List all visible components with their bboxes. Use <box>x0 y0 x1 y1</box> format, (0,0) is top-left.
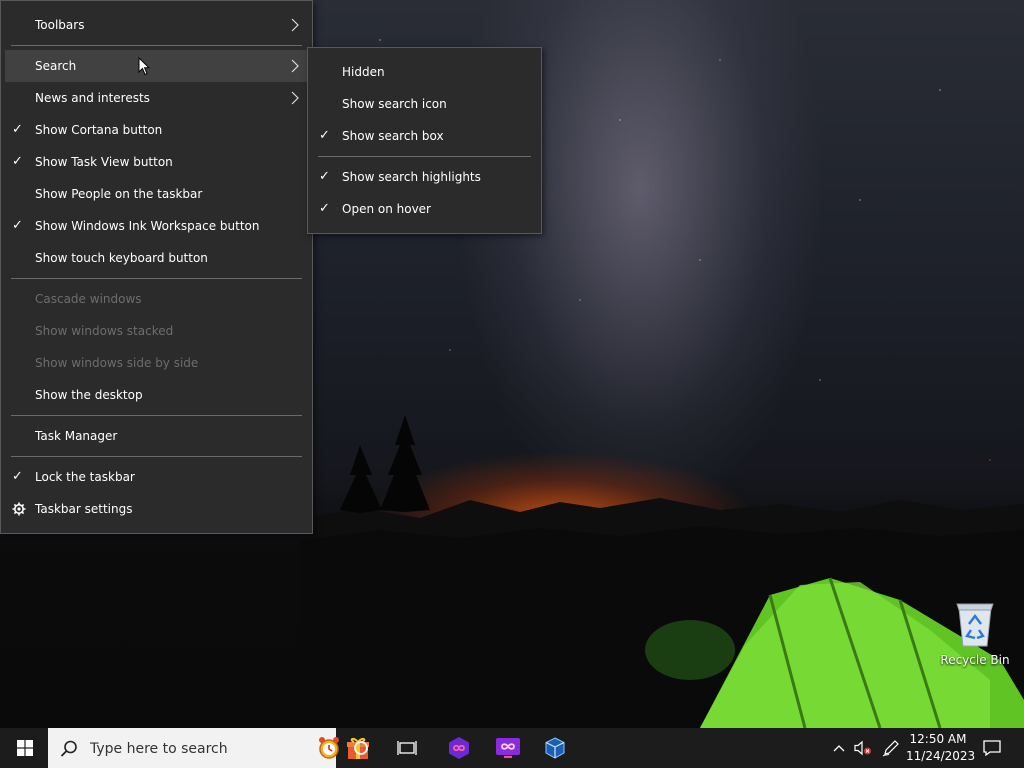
menu-item-label: Task Manager <box>35 429 118 443</box>
taskbar-app-2[interactable] <box>485 728 531 768</box>
menu-item-show-touch-keyboard[interactable]: Show touch keyboard button <box>1 242 312 274</box>
checkmark-icon: ✓ <box>12 154 23 169</box>
submenu-item-show-search-highlights[interactable]: ✓ Show search highlights <box>308 161 541 193</box>
menu-item-label: Search <box>35 59 77 73</box>
menu-item-label: Toolbars <box>35 18 85 32</box>
taskbar-search-box[interactable] <box>48 728 369 768</box>
menu-item-show-windows-ink-workspace[interactable]: ✓ Show Windows Ink Workspace button <box>1 210 312 242</box>
cortana-icon <box>354 741 368 755</box>
desktop: Toolbars Search News and interests ✓ Sho… <box>0 0 1024 768</box>
submenu-item-open-on-hover[interactable]: ✓ Open on hover <box>308 193 541 225</box>
menu-item-task-manager[interactable]: Task Manager <box>1 420 312 452</box>
checkmark-icon: ✓ <box>319 128 330 143</box>
windows-ink-button[interactable] <box>879 728 903 768</box>
menu-item-label: Lock the taskbar <box>35 470 135 484</box>
app-infinity-icon <box>449 737 469 759</box>
notifications-icon <box>983 740 1001 756</box>
pen-workspace-icon <box>882 740 899 757</box>
chevron-right-icon <box>291 18 299 32</box>
taskbar: 12:50 AM 11/24/2023 <box>0 728 1024 768</box>
checkmark-icon: ✓ <box>319 169 330 184</box>
checkmark-icon: ✓ <box>12 218 23 233</box>
recycle-bin-shortcut[interactable]: Recycle Bin <box>938 600 1012 667</box>
chevron-up-icon <box>833 745 845 752</box>
menu-item-label: Show Cortana button <box>35 123 163 137</box>
menu-item-label: Taskbar settings <box>35 502 133 516</box>
menu-item-label: Show Task View button <box>35 155 173 169</box>
show-hidden-icons-button[interactable] <box>828 728 850 768</box>
search-submenu: Hidden Show search icon ✓ Show search bo… <box>307 47 542 234</box>
checkmark-icon: ✓ <box>12 469 23 484</box>
menu-item-show-windows-stacked: Show windows stacked <box>1 315 312 347</box>
volume-muted-icon <box>854 740 871 756</box>
menu-item-label: Hidden <box>342 65 385 79</box>
menu-item-label: Cascade windows <box>35 292 142 306</box>
chevron-right-icon <box>291 91 299 105</box>
menu-item-label: Show Windows Ink Workspace button <box>35 219 260 233</box>
mouse-cursor-icon <box>138 57 150 76</box>
menu-item-show-task-view-button[interactable]: ✓ Show Task View button <box>1 146 312 178</box>
clock-time: 12:50 AM <box>909 732 967 746</box>
submenu-item-show-search-box[interactable]: ✓ Show search box <box>308 120 541 152</box>
task-view-button[interactable] <box>384 728 430 768</box>
menu-item-label: Show search box <box>342 129 444 143</box>
task-view-icon <box>397 741 417 755</box>
menu-separator <box>318 156 531 157</box>
clock-date: 11/24/2023 <box>906 749 976 763</box>
recycle-bin-label: Recycle Bin <box>940 653 1010 667</box>
menu-item-show-the-desktop[interactable]: Show the desktop <box>1 379 312 411</box>
gear-icon <box>12 502 26 516</box>
menu-item-label: Show touch keyboard button <box>35 251 208 265</box>
menu-item-label: Show windows stacked <box>35 324 174 338</box>
menu-item-toolbars[interactable]: Toolbars <box>1 9 312 41</box>
recycle-bin-icon <box>956 603 994 647</box>
menu-item-label: Show search icon <box>342 97 447 111</box>
taskbar-virtualbox[interactable] <box>532 728 578 768</box>
menu-item-cascade-windows: Cascade windows <box>1 283 312 315</box>
menu-separator <box>11 456 302 457</box>
taskbar-clock[interactable]: 12:50 AM 11/24/2023 <box>906 731 976 765</box>
app-infinity-pink-icon <box>496 738 520 758</box>
menu-item-show-windows-side-by-side: Show windows side by side <box>1 347 312 379</box>
virtualbox-icon <box>545 737 565 759</box>
menu-item-taskbar-settings[interactable]: Taskbar settings <box>1 493 312 525</box>
volume-button[interactable] <box>851 728 875 768</box>
start-button[interactable] <box>2 728 48 768</box>
search-input[interactable] <box>88 736 272 762</box>
search-icon <box>60 740 77 757</box>
menu-item-show-people[interactable]: Show People on the taskbar <box>1 178 312 210</box>
menu-item-label: Show the desktop <box>35 388 143 402</box>
submenu-item-show-search-icon[interactable]: Show search icon <box>308 88 541 120</box>
menu-item-lock-the-taskbar[interactable]: ✓ Lock the taskbar <box>1 461 312 493</box>
menu-item-show-cortana-button[interactable]: ✓ Show Cortana button <box>1 114 312 146</box>
windows-start-icon <box>17 740 33 756</box>
menu-item-news-and-interests[interactable]: News and interests <box>1 82 312 114</box>
menu-separator <box>11 415 302 416</box>
chevron-right-icon <box>291 59 299 73</box>
menu-item-label: Show People on the taskbar <box>35 187 203 201</box>
taskbar-app-1[interactable] <box>436 728 482 768</box>
menu-separator <box>11 45 302 46</box>
menu-item-label: News and interests <box>35 91 150 105</box>
menu-item-search[interactable]: Search <box>5 50 308 82</box>
menu-item-label: Show search highlights <box>342 170 481 184</box>
action-center-button[interactable] <box>978 728 1006 768</box>
menu-item-label: Open on hover <box>342 202 431 216</box>
submenu-item-hidden[interactable]: Hidden <box>308 56 541 88</box>
menu-item-label: Show windows side by side <box>35 356 199 370</box>
checkmark-icon: ✓ <box>319 201 330 216</box>
cortana-button[interactable] <box>338 728 384 768</box>
menu-separator <box>11 278 302 279</box>
checkmark-icon: ✓ <box>12 122 23 137</box>
taskbar-context-menu: Toolbars Search News and interests ✓ Sho… <box>0 0 313 534</box>
